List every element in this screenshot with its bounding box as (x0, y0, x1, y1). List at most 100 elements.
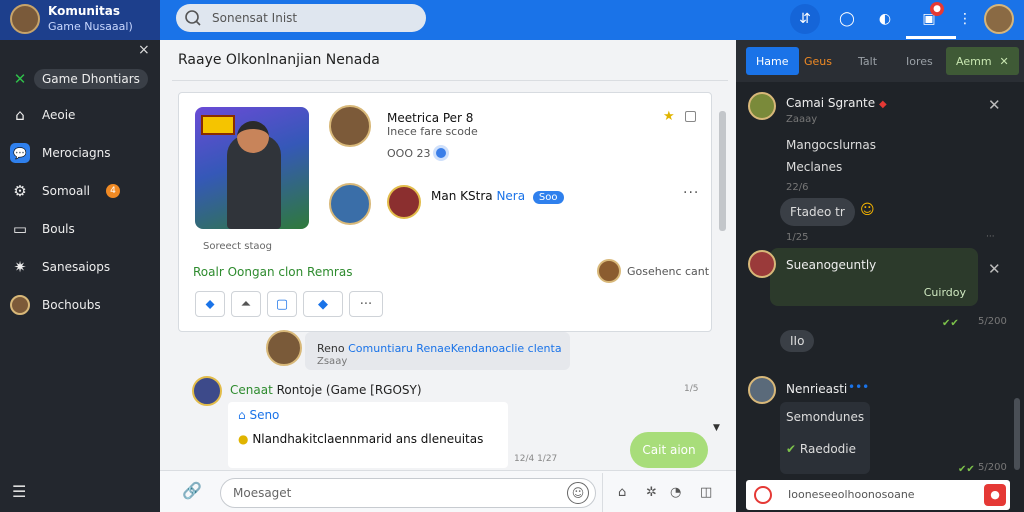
tab-aemm[interactable]: Aemm ✕ (946, 47, 1019, 75)
record-icon[interactable] (754, 486, 772, 504)
home-icon: ⌂ (15, 106, 25, 124)
typing-icon: ••• (848, 380, 870, 394)
chat-avatar[interactable] (748, 92, 776, 120)
member-avatar[interactable] (329, 183, 371, 225)
chat-input[interactable]: Iooneseeolhoonosoane (788, 488, 915, 501)
people-tab-button[interactable]: ⇵ (790, 4, 820, 34)
chat-line: Semondunes (786, 410, 865, 424)
commenter-avatar (597, 259, 621, 283)
chat-time: 1/25 (786, 232, 809, 243)
sidebar-item-label: Game Dhontiars (34, 69, 148, 89)
send-button[interactable]: ● (984, 484, 1006, 506)
close-icon[interactable]: ✕ (988, 96, 1001, 114)
sidebar-item-community[interactable]: ⚙ Somoall 4 (10, 180, 121, 202)
chat-bubble-text: Cuirdoy (923, 286, 966, 299)
chat-avatar[interactable] (748, 250, 776, 278)
member-name-link[interactable]: Nera (496, 189, 525, 203)
gif-icon[interactable]: ◔ (670, 485, 681, 500)
sidebar: × ✕ Game Dhontiars ⌂ Aeoie 💬 Merociagns … (0, 40, 160, 512)
post-headline[interactable]: Roalr Oongan clon Remras (193, 265, 352, 279)
close-icon[interactable]: ✕ (988, 260, 1001, 278)
chat-panel: Hame Geus Talt Iores Aemm ✕ Camai Sgrant… (736, 40, 1024, 512)
close-icon[interactable]: × (138, 42, 150, 58)
brand-title: Komunitas (48, 4, 121, 18)
chat-line: Mangocslurnas (786, 138, 876, 152)
message-avatar[interactable] (192, 376, 222, 406)
card-icon[interactable]: ◫ (700, 485, 712, 500)
tab-talt[interactable]: Talt (848, 47, 887, 75)
read-check-icon: ✔✔ (942, 318, 959, 329)
chat-name: Sueanogeuntly (786, 258, 877, 272)
card-scrollbar[interactable] (719, 111, 726, 231)
react-button[interactable]: ◆ (303, 291, 343, 317)
more-menu-button[interactable]: ⋮ (950, 4, 980, 34)
select-checkbox[interactable] (685, 111, 696, 122)
outgoing-bubble: Cait aion (630, 432, 708, 468)
emoji-icon[interactable]: ☺ (567, 482, 589, 504)
chat-composer[interactable]: Iooneseeolhoonosoane ● (746, 480, 1010, 510)
layers-icon[interactable]: ☰ (12, 482, 26, 501)
notice-link[interactable]: Comuntiaru RenaeKendanoaclie clenta (348, 342, 561, 355)
sidebar-item-settings[interactable]: ✷ Sanesaiops (10, 256, 110, 278)
explore-button[interactable]: ◐ (870, 4, 900, 34)
page-title: Raaye Olkonlnanjian Nenada (178, 52, 380, 68)
brand: Komunitas Game Nusaaal) (0, 0, 160, 40)
game-cover-image[interactable] (195, 107, 309, 229)
sidebar-item-messages[interactable]: 💬 Merociagns (10, 142, 111, 164)
close-icon[interactable]: ✕ (1000, 55, 1009, 68)
sidebar-item-bochoubs[interactable]: Bochoubs (10, 294, 101, 316)
search-icon (185, 10, 201, 26)
messages-button[interactable]: ◯ (832, 4, 862, 34)
notification-badge: ● (930, 2, 944, 16)
author-name[interactable]: Meetrica Per 8 (387, 111, 473, 125)
star-icon[interactable]: ★ (663, 109, 675, 124)
settings-icon: ✷ (13, 258, 27, 276)
message-input[interactable]: Moesaget ☺ (220, 478, 596, 508)
reply-body-text: Nlandhakitclaennmarid ans dleneuitas (252, 432, 484, 446)
reply-body: ● Nlandhakitclaennmarid ans dleneuitas (238, 432, 483, 446)
comment-button[interactable]: ▢ (267, 291, 297, 317)
sidebar-item-home[interactable]: ⌂ Aeoie (10, 104, 75, 126)
coin-icon: ● (238, 432, 249, 446)
home-icon[interactable]: ⌂ (618, 485, 626, 500)
reply-card: ⌂ Seno ● Nlandhakitclaennmarid ans dlene… (228, 402, 508, 468)
chat-scrollbar[interactable] (1014, 398, 1020, 470)
chat-name-text: Camai Sgrante (786, 96, 876, 110)
message-header: Cenaat Rontoje (Game [RGOSY) (230, 383, 422, 397)
reply-title: ⌂ Seno (238, 408, 279, 422)
user-avatar[interactable] (984, 4, 1014, 34)
tab-geus[interactable]: Geus (794, 47, 842, 75)
more-options-button[interactable]: ··· (683, 185, 699, 201)
notice-avatar (266, 330, 302, 366)
chat-icon: 💬 (10, 143, 30, 163)
chat-avatar[interactable] (748, 376, 776, 404)
composer: 🔗 Moesaget ☺ ⌂ ✲ ◔ ◫ (160, 470, 736, 512)
sidebar-item-game[interactable]: ✕ Game Dhontiars (10, 68, 148, 90)
member-avatar-2[interactable] (387, 185, 421, 219)
chat-time: 22/6 (786, 182, 809, 193)
chevron-down-icon[interactable]: ▼ (713, 423, 720, 433)
tab-home[interactable]: Hame (746, 47, 799, 75)
chat-pill: IIo (780, 330, 815, 352)
sidebar-item-label: Sanesaiops (42, 260, 111, 274)
sticker-icon[interactable]: ✲ (646, 485, 657, 500)
author-avatar[interactable] (329, 105, 371, 147)
tag-button[interactable]: ⬥ (195, 291, 225, 317)
more-actions-button[interactable]: ··· (349, 291, 383, 317)
attach-icon[interactable]: 🔗 (182, 481, 202, 500)
notice-text: Reno Comuntiaru RenaeKendanoaclie clenta (317, 342, 562, 355)
chat-bubble-icon: ◯ (839, 11, 855, 27)
more-icon[interactable]: ··· (986, 232, 995, 242)
reply-title-text: Seno (249, 408, 280, 422)
search-bar[interactable]: Sonensat Inist (176, 4, 426, 32)
message-placeholder: Moesaget (233, 486, 292, 500)
sidebar-item-bouls[interactable]: ▭ Bouls (10, 218, 75, 240)
brand-avatar (10, 4, 40, 34)
share-button[interactable]: ⏶ (231, 291, 261, 317)
chat-line-text: Raedodie (799, 442, 856, 456)
tab-iores[interactable]: Iores (896, 47, 943, 75)
chat-time: 5/200 (978, 462, 1007, 473)
member-name: Man KStra Nera Soo (431, 189, 564, 204)
search-input[interactable]: Sonensat Inist (212, 11, 297, 25)
message-sender[interactable]: Cenaat (230, 383, 273, 397)
